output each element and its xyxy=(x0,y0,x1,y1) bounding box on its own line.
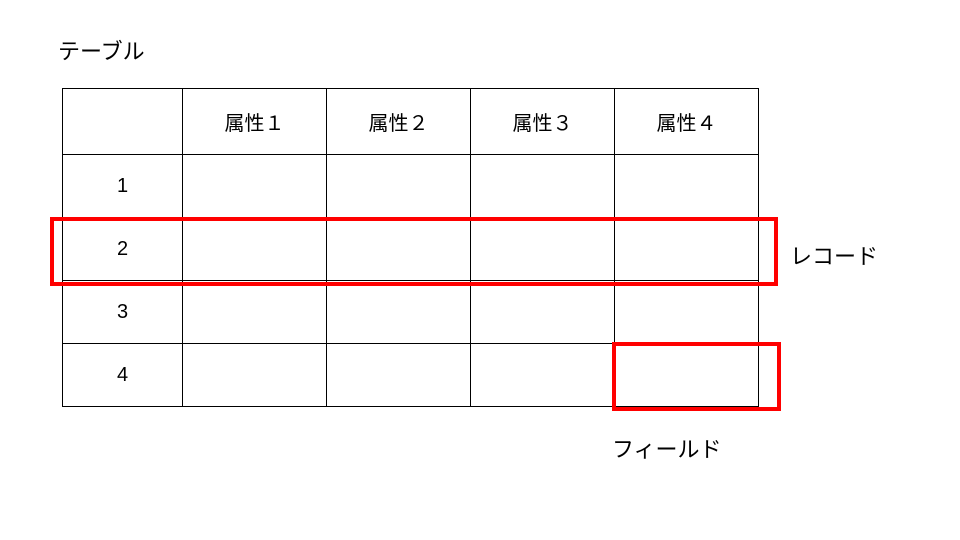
field-label: フィールド xyxy=(612,432,722,464)
table-header-row: 属性１ 属性２ 属性３ 属性４ xyxy=(63,89,759,155)
header-attr4: 属性４ xyxy=(615,89,759,155)
table-row: 3 xyxy=(63,281,759,344)
record-highlight-box xyxy=(50,217,778,286)
cell xyxy=(471,281,615,344)
diagram-title: テーブル xyxy=(58,34,145,66)
field-highlight-box xyxy=(612,342,781,411)
cell xyxy=(471,344,615,407)
header-blank xyxy=(63,89,183,155)
header-attr3: 属性３ xyxy=(471,89,615,155)
header-attr2: 属性２ xyxy=(327,89,471,155)
cell xyxy=(183,344,327,407)
cell xyxy=(615,281,759,344)
cell xyxy=(327,344,471,407)
row-index: 1 xyxy=(63,155,183,218)
cell xyxy=(471,155,615,218)
header-attr1: 属性１ xyxy=(183,89,327,155)
row-index: 4 xyxy=(63,344,183,407)
cell xyxy=(183,155,327,218)
cell xyxy=(183,281,327,344)
cell xyxy=(615,155,759,218)
record-label: レコード xyxy=(790,239,878,271)
cell xyxy=(327,155,471,218)
cell xyxy=(327,281,471,344)
table-row: 1 xyxy=(63,155,759,218)
row-index: 3 xyxy=(63,281,183,344)
